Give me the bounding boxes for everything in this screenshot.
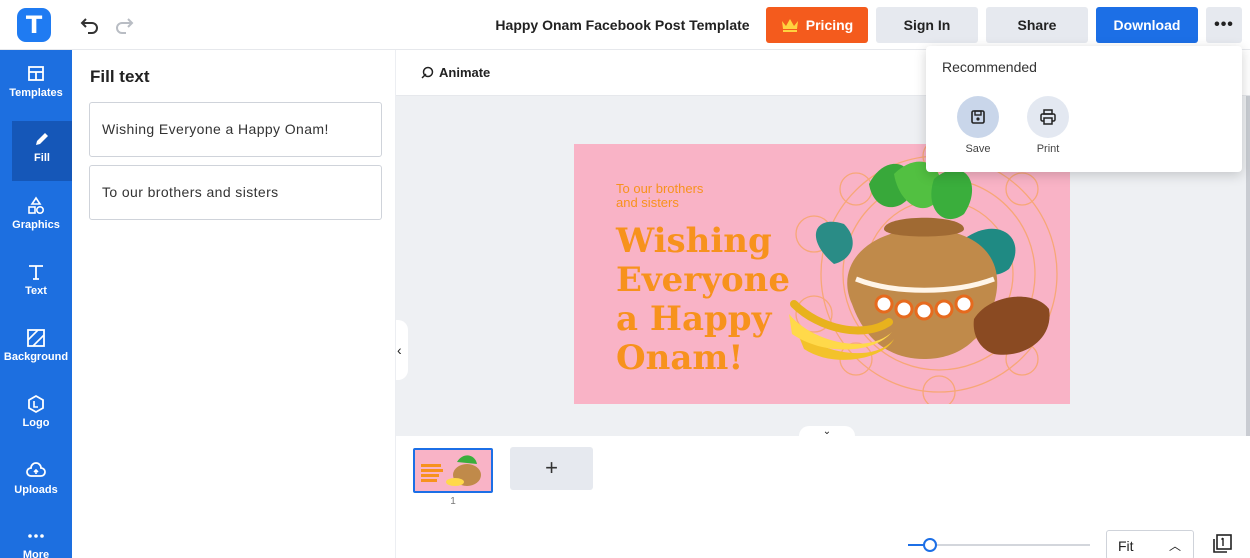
design-subtitle-line: and sisters — [616, 195, 679, 210]
zoom-select[interactable]: Fit ︿ — [1106, 530, 1194, 558]
print-icon — [1040, 109, 1056, 125]
save-icon — [971, 110, 985, 124]
panel-title: Fill text — [90, 67, 150, 86]
sidebar-item-label: Uploads — [14, 484, 58, 496]
page-thumbnail[interactable] — [413, 448, 493, 493]
sidebar-item-fill[interactable]: Fill — [12, 121, 72, 181]
sidebar-item-label: Logo — [22, 417, 50, 429]
save-button[interactable]: Save — [953, 96, 1003, 155]
sidebar-item-background[interactable]: Background — [0, 320, 72, 380]
page-number: 1 — [450, 496, 456, 507]
more-options-button[interactable]: ••• — [1206, 7, 1242, 43]
sidebar-item-label: More — [22, 549, 50, 558]
fill-text-panel: Fill text Wishing Everyone a Happy Onam!… — [72, 50, 396, 558]
zoom-slider-handle[interactable] — [923, 538, 937, 552]
share-button[interactable]: Share — [986, 7, 1088, 43]
animate-icon — [421, 66, 434, 79]
sidebar-item-graphics[interactable]: Graphics — [0, 188, 72, 248]
pricing-button[interactable]: Pricing — [766, 7, 868, 43]
sidebar-item-label: Graphics — [12, 219, 60, 231]
editor-app: T Happy Onam Facebook Post Template Pric… — [0, 0, 1250, 558]
sidebar-item-label: Text — [25, 285, 47, 297]
design-subtitle[interactable]: To our brothers and sisters — [616, 182, 746, 210]
sidebar-item-label: Templates — [9, 87, 63, 99]
upload-cloud-icon — [26, 462, 46, 477]
background-icon — [27, 329, 45, 347]
sidebar-item-uploads[interactable]: Uploads — [0, 453, 72, 513]
document-title[interactable]: Happy Onam Facebook Post Template — [490, 0, 755, 50]
download-button[interactable]: Download — [1096, 7, 1198, 43]
animate-button[interactable]: Animate — [420, 65, 490, 80]
design-headline-line: a Happy — [616, 299, 772, 339]
design-headline-line: Everyone — [616, 260, 791, 300]
sidebar-item-templates[interactable]: Templates — [0, 56, 72, 116]
page-count-icon[interactable] — [1212, 534, 1232, 554]
sidebar-item-text[interactable]: Text — [0, 254, 72, 314]
more-icon — [28, 534, 44, 538]
pages-strip: 1 + Fit ︿ — [396, 436, 1250, 558]
sidebar-item-more[interactable]: More — [0, 518, 72, 558]
print-button[interactable]: Print — [1023, 96, 1073, 155]
design-subtitle-line: To our brothers — [616, 181, 704, 196]
animate-label: Animate — [439, 65, 491, 80]
design-canvas[interactable]: To our brothers and sisters Wishing Ever… — [574, 144, 1070, 404]
app-logo[interactable]: T — [17, 8, 51, 42]
fill-text-field[interactable]: Wishing Everyone a Happy Onam! — [89, 102, 382, 157]
page-thumbnail-image — [415, 450, 491, 491]
logo-icon — [28, 394, 44, 414]
pricing-label: Pricing — [805, 17, 854, 33]
design-headline-line: Wishing — [616, 221, 772, 261]
top-bar: T Happy Onam Facebook Post Template Pric… — [0, 0, 1250, 50]
sidebar-item-logo[interactable]: Logo — [0, 386, 72, 446]
zoom-slider[interactable] — [908, 538, 1090, 552]
templates-icon — [28, 66, 44, 81]
recommended-popup: Recommended Save Print — [926, 46, 1242, 172]
add-page-button[interactable]: + — [510, 447, 593, 490]
crown-icon — [781, 19, 798, 32]
popup-title: Recommended — [942, 59, 1037, 75]
collapse-panel-button[interactable]: ‹ — [396, 320, 408, 380]
sidebar-item-label: Fill — [34, 152, 50, 164]
zoom-select-value: Fit — [1118, 538, 1134, 554]
fill-text-field[interactable]: To our brothers and sisters — [89, 165, 382, 220]
redo-icon[interactable] — [114, 14, 134, 34]
pencil-icon — [36, 133, 48, 145]
left-sidebar: Templates Fill Graphics Text Background … — [0, 50, 72, 558]
vertical-scrollbar[interactable] — [1246, 96, 1250, 436]
print-label: Print — [1036, 143, 1060, 155]
sidebar-item-label: Background — [3, 351, 69, 363]
design-headline[interactable]: Wishing Everyone a Happy Onam! — [616, 222, 796, 378]
save-label: Save — [965, 143, 991, 155]
sign-in-button[interactable]: Sign In — [876, 7, 978, 43]
undo-icon[interactable] — [80, 14, 100, 34]
design-headline-line: Onam! — [616, 338, 744, 378]
chevron-up-icon: ︿ — [1168, 539, 1181, 553]
onam-pot-illustration[interactable] — [774, 144, 1070, 404]
shapes-icon — [28, 196, 45, 215]
text-icon — [29, 265, 43, 280]
